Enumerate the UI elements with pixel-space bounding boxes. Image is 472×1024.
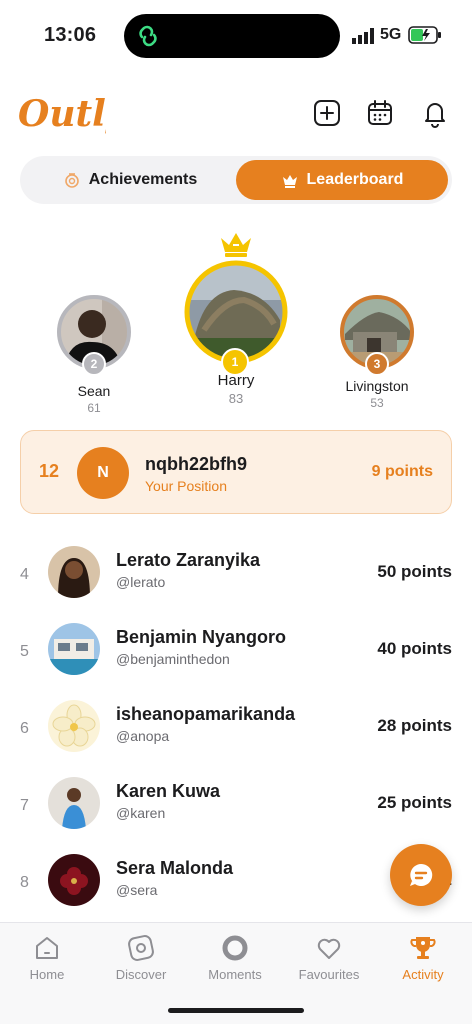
link-icon xyxy=(139,25,157,47)
nav-activity[interactable]: Activity xyxy=(376,933,470,982)
avatar xyxy=(48,777,100,829)
avatar xyxy=(48,623,100,675)
add-icon[interactable] xyxy=(312,98,342,128)
tab-leaderboard[interactable]: Leaderboard xyxy=(236,160,448,200)
battery-icon xyxy=(408,26,441,44)
dynamic-island xyxy=(124,14,340,58)
row-rank: 8 xyxy=(20,874,29,891)
table-row[interactable]: 6 isheanopamarikanda @anopa 28 points xyxy=(0,694,472,770)
row-points: 28 points xyxy=(377,716,452,735)
row-handle: @karen xyxy=(116,805,166,821)
podium-name: Livingston xyxy=(345,378,409,394)
home-icon xyxy=(36,937,58,959)
calendar-icon[interactable] xyxy=(365,98,395,128)
table-row[interactable]: 4 Lerato Zaranyika @lerato 50 points xyxy=(0,540,472,616)
row-rank: 4 xyxy=(20,566,29,583)
row-handle: @anopa xyxy=(116,728,170,744)
rank-badge: 2 xyxy=(82,352,106,376)
compass-icon xyxy=(128,935,154,961)
your-position-label: Your Position xyxy=(145,478,227,494)
svg-text:Outly: Outly xyxy=(18,93,106,135)
podium-second[interactable]: 2 Sean 61 xyxy=(56,294,132,415)
avatar: N xyxy=(77,447,129,499)
avatar xyxy=(48,546,100,598)
row-name: Karen Kuwa xyxy=(116,781,221,801)
row-handle: @benjaminthedon xyxy=(116,651,230,667)
row-points: 50 points xyxy=(377,562,452,581)
rank-badge: 3 xyxy=(365,352,389,376)
podium-first[interactable]: 1 Harry 83 xyxy=(184,230,288,406)
nav-label: Favourites xyxy=(298,967,360,982)
my-points: 9 points xyxy=(371,463,433,480)
nav-moments[interactable]: Moments xyxy=(188,933,282,982)
circle-icon xyxy=(222,935,248,961)
nav-label: Home xyxy=(29,967,65,982)
nav-label: Moments xyxy=(208,967,262,982)
signal-icon xyxy=(352,28,374,44)
chat-icon xyxy=(410,863,433,886)
nav-discover[interactable]: Discover xyxy=(94,933,188,982)
tab-leaderboard-label: Leaderboard xyxy=(306,171,404,188)
table-row[interactable]: 5 Benjamin Nyangoro @benjaminthedon 40 p… xyxy=(0,617,472,693)
podium-name: Sean xyxy=(77,383,111,399)
row-rank: 7 xyxy=(20,797,29,814)
row-handle: @sera xyxy=(116,882,158,898)
row-points: 40 points xyxy=(377,639,452,658)
network-label: 5G xyxy=(380,26,402,43)
podium-points: 53 xyxy=(370,396,384,410)
rank-badge: 1 xyxy=(221,348,249,376)
outly-logo: Outly xyxy=(18,93,106,135)
crown-icon xyxy=(221,233,251,257)
status-bar: 13:06 5G xyxy=(0,0,472,72)
row-handle: @lerato xyxy=(116,574,166,590)
my-rank: 12 xyxy=(39,461,60,481)
chat-fab-button[interactable] xyxy=(390,844,452,906)
podium-points: 83 xyxy=(228,391,244,406)
segmented-tabs: Achievements Leaderboard xyxy=(20,156,452,204)
medal-icon xyxy=(64,173,79,188)
podium-third[interactable]: 3 Livingston 53 xyxy=(336,294,418,410)
row-rank: 6 xyxy=(20,720,29,737)
row-name: isheanopamarikanda xyxy=(116,704,296,724)
trophy-icon xyxy=(410,937,436,959)
row-name: Lerato Zaranyika xyxy=(116,550,261,570)
avatar xyxy=(48,700,100,752)
crown-icon xyxy=(282,175,297,188)
row-points: 25 points xyxy=(377,793,452,812)
status-time: 13:06 xyxy=(44,24,97,46)
avatar xyxy=(48,854,100,906)
heart-icon xyxy=(317,938,341,959)
app-header: Outly xyxy=(0,84,472,154)
row-name: Sera Malonda xyxy=(116,858,234,878)
table-row[interactable]: 7 Karen Kuwa @karen 25 points xyxy=(0,771,472,847)
your-position-card[interactable]: 12 N nqbh22bfh9 Your Position 9 points xyxy=(20,430,452,514)
row-rank: 5 xyxy=(20,643,29,660)
tab-achievements-label: Achievements xyxy=(88,171,198,188)
home-indicator[interactable] xyxy=(168,1008,304,1013)
nav-favourites[interactable]: Favourites xyxy=(282,933,376,982)
my-username: nqbh22bfh9 xyxy=(145,454,247,474)
tab-achievements[interactable]: Achievements xyxy=(26,160,234,200)
nav-label: Activity xyxy=(402,967,444,982)
bell-icon[interactable] xyxy=(420,98,450,128)
nav-home[interactable]: Home xyxy=(0,933,94,982)
row-name: Benjamin Nyangoro xyxy=(116,627,287,647)
nav-label: Discover xyxy=(115,967,167,982)
podium-points: 61 xyxy=(87,401,101,415)
